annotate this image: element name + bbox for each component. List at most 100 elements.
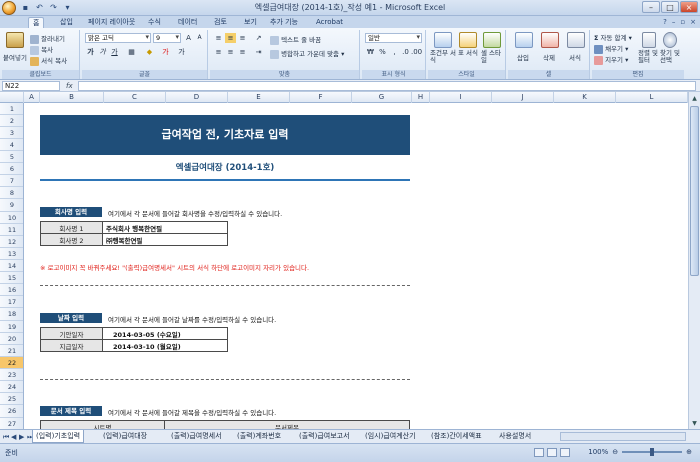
row-header[interactable]: 15 [0, 272, 23, 284]
font-size-select[interactable]: 9 [153, 33, 181, 43]
decrease-decimal-icon[interactable]: .00 [411, 47, 422, 57]
zoom-in-icon[interactable]: ⊕ [686, 448, 692, 456]
paste-button[interactable]: 붙여넣기 [3, 52, 27, 62]
align-right-icon[interactable]: ≡ [237, 47, 248, 57]
row-header[interactable]: 4 [0, 139, 23, 151]
draft-date-value[interactable]: 2014-03-05 (수요일) [102, 327, 228, 340]
select-all-corner[interactable] [0, 92, 24, 103]
column-header-j[interactable]: J [492, 92, 554, 103]
tab-insert[interactable]: 삽입 [56, 17, 77, 28]
minimize-button[interactable]: – [642, 1, 660, 13]
row-header[interactable]: 18 [0, 308, 23, 321]
align-left-icon[interactable]: ≡ [213, 47, 224, 57]
normal-view-icon[interactable] [534, 448, 544, 457]
row-header[interactable]: 13 [0, 248, 23, 260]
sheet-tab-pay-slip[interactable]: (출력)급여명세서 [168, 430, 225, 443]
shrink-font-icon[interactable]: A [194, 33, 205, 43]
tab-data[interactable]: 데이터 [174, 17, 201, 28]
tab-addins[interactable]: 추가 기능 [266, 17, 302, 28]
merge-center-button[interactable]: 병합하고 가운데 맞춤 ▾ [270, 48, 344, 59]
sheet-tab-payroll-report[interactable]: (출력)급여보고서 [296, 430, 353, 443]
page-break-view-icon[interactable] [560, 448, 570, 457]
sheet-tab-tax-table[interactable]: (참조)간이세액표 [428, 430, 485, 443]
currency-icon[interactable]: ₩ [365, 47, 376, 57]
font-name-select[interactable]: 맑은 고딕 [85, 33, 151, 43]
next-sheet-icon[interactable]: ▶ [19, 432, 26, 442]
border-icon[interactable]: ▦ [126, 47, 137, 57]
sheet-tab-calculator[interactable]: (임시)급여계산기 [362, 430, 419, 443]
format-cells-icon[interactable] [567, 32, 585, 48]
column-header-b[interactable]: B [40, 92, 104, 103]
orientation-icon[interactable]: ↗ [253, 33, 264, 43]
row-header[interactable]: 21 [0, 345, 23, 357]
tab-home[interactable]: 홈 [28, 17, 45, 28]
formula-input[interactable] [78, 81, 696, 91]
row-header[interactable]: 23 [0, 369, 23, 381]
cell-styles-icon[interactable] [483, 32, 501, 48]
row-header[interactable]: 16 [0, 284, 23, 296]
cut-button[interactable]: 잘라내기 [30, 33, 65, 44]
zoom-out-icon[interactable]: ⊖ [612, 448, 618, 456]
row-header[interactable]: 14 [0, 260, 23, 272]
row-header[interactable]: 12 [0, 236, 23, 248]
format-cells-button[interactable]: 서식 [569, 52, 581, 62]
row-header[interactable]: 5 [0, 151, 23, 163]
increase-decimal-icon[interactable]: .0 [400, 47, 411, 57]
pay-date-value[interactable]: 2014-03-10 (월요일) [102, 339, 228, 352]
copy-button[interactable]: 복사 [30, 44, 53, 55]
row-header[interactable]: 6 [0, 163, 23, 175]
row-header[interactable]: 19 [0, 321, 23, 333]
align-middle-icon[interactable]: ≡ [225, 33, 236, 43]
row-header[interactable]: 17 [0, 296, 23, 308]
column-header-g[interactable]: G [352, 92, 412, 103]
conditional-format-button[interactable]: 조건부 서식 [430, 50, 456, 64]
table-format-button[interactable]: 표 서식 [458, 50, 478, 57]
find-select-icon[interactable] [663, 32, 677, 48]
autosum-button[interactable]: Σ 자동 합계 ▾ [594, 32, 632, 42]
delete-cells-button[interactable]: 삭제 [543, 52, 555, 62]
indent-icon[interactable]: ⇥ [253, 47, 264, 57]
column-header-l[interactable]: L [616, 92, 688, 103]
tab-acrobat[interactable]: Acrobat [312, 17, 347, 28]
help-icon[interactable]: ? [663, 18, 667, 26]
format-painter-button[interactable]: 서식 복사 [30, 55, 67, 66]
italic-icon[interactable]: 가 [97, 47, 108, 57]
cell-styles-button[interactable]: 셀 스타일 [481, 50, 503, 64]
row-header[interactable]: 9 [0, 199, 23, 212]
first-sheet-icon[interactable]: ⏮ [3, 432, 10, 442]
ribbon-restore-icon[interactable]: ▫ [680, 18, 685, 26]
align-bottom-icon[interactable]: ≡ [237, 33, 248, 43]
row-header[interactable]: 3 [0, 127, 23, 139]
column-header-e[interactable]: E [228, 92, 290, 103]
page-layout-view-icon[interactable] [547, 448, 557, 457]
column-header-d[interactable]: D [166, 92, 228, 103]
row-header[interactable]: 7 [0, 175, 23, 187]
vertical-scrollbar[interactable]: ▲ ▼ [688, 92, 700, 429]
bold-icon[interactable]: 가 [85, 47, 96, 57]
scroll-down-icon[interactable]: ▼ [689, 419, 700, 429]
row-header[interactable]: 27 [0, 418, 23, 429]
ribbon-minimize-icon[interactable]: – [672, 18, 676, 26]
scroll-up-icon[interactable]: ▲ [689, 94, 700, 104]
sort-filter-icon[interactable] [642, 32, 656, 48]
column-header-a[interactable]: A [24, 92, 40, 103]
row-header[interactable]: 2 [0, 115, 23, 127]
fill-color-icon[interactable]: ◆ [144, 47, 155, 57]
tab-review[interactable]: 검토 [210, 17, 231, 28]
sheet-tab-basic-input[interactable]: (입력)기초입력 [32, 430, 85, 443]
horizontal-scrollbar[interactable] [560, 432, 686, 441]
insert-cells-button[interactable]: 삽입 [517, 52, 529, 62]
prev-sheet-icon[interactable]: ◀ [11, 432, 18, 442]
percent-icon[interactable]: % [377, 47, 388, 57]
sheet-tab-account-numbers[interactable]: (출력)계좌번호 [234, 430, 284, 443]
ribbon-close-icon[interactable]: × [690, 18, 696, 26]
grow-font-icon[interactable]: A [183, 33, 194, 43]
find-select-button[interactable]: 찾기 및 선택 [660, 50, 682, 64]
company-2-value[interactable]: ㈜행복한연필 [102, 233, 228, 246]
tab-formulas[interactable]: 수식 [144, 17, 165, 28]
column-header-i[interactable]: I [430, 92, 492, 103]
clear-button[interactable]: 지우기 ▾ [594, 54, 628, 65]
comma-icon[interactable]: , [389, 47, 400, 57]
scroll-thumb[interactable] [690, 106, 699, 276]
column-header-c[interactable]: C [104, 92, 166, 103]
